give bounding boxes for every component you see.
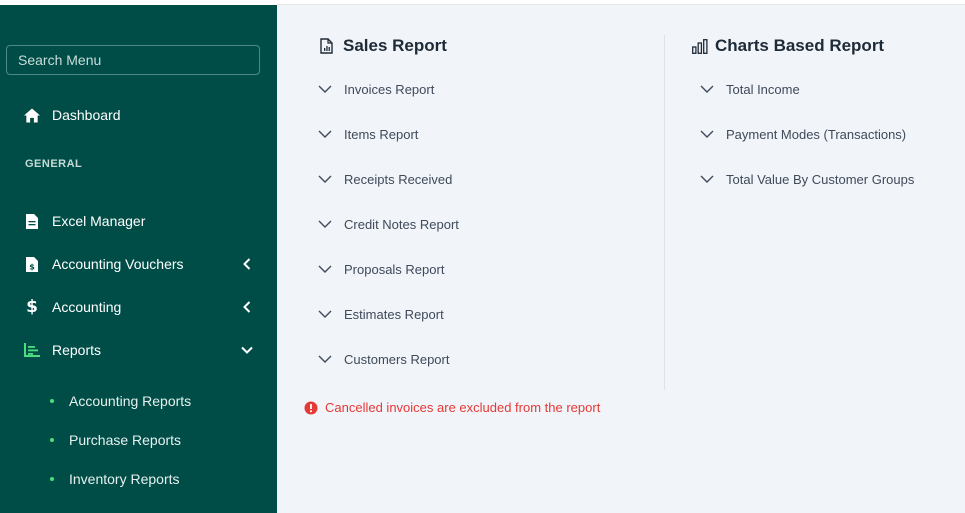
chevron-down-icon	[318, 85, 332, 93]
sales-report-item-label: Estimates Report	[344, 306, 444, 322]
sidebar-item-excel-manager[interactable]: Excel Manager	[0, 206, 277, 236]
chevron-down-icon	[241, 344, 253, 356]
top-border	[277, 4, 965, 5]
charts-report-item-label: Total Income	[726, 81, 800, 97]
sales-report-item[interactable]: Invoices Report	[318, 78, 434, 100]
sales-report-item-label: Invoices Report	[344, 81, 435, 97]
sales-report-item-label: Customers Report	[344, 351, 450, 367]
charts-report-item[interactable]: Total Value By Customer Groups	[700, 168, 914, 190]
sales-report-item-label: Proposals Report	[344, 261, 445, 277]
exclamation-circle-icon	[304, 401, 318, 414]
chevron-down-icon	[318, 175, 332, 183]
sales-report-item[interactable]: Receipts Received	[318, 168, 452, 190]
sales-report-item[interactable]: Estimates Report	[318, 303, 444, 325]
charts-report-item[interactable]: Payment Modes (Transactions)	[700, 123, 906, 145]
sidebar-item-label: Reports	[52, 342, 102, 358]
dollar-icon: $	[26, 297, 38, 317]
sales-report-item-label: Items Report	[344, 126, 419, 142]
sales-report-item-label: Receipts Received	[344, 171, 453, 187]
sales-report-heading: Sales Report	[320, 36, 447, 56]
sidebar-subitem-label: Inventory Reports	[69, 471, 180, 487]
file-chart-icon	[320, 38, 336, 54]
chevron-left-icon	[241, 258, 253, 270]
document-icon	[24, 213, 40, 229]
charts-report-item-label: Payment Modes (Transactions)	[726, 126, 907, 142]
home-icon	[24, 107, 40, 123]
sales-report-item[interactable]: Proposals Report	[318, 258, 444, 280]
chevron-down-icon	[700, 85, 714, 93]
sidebar-subitem-label: Purchase Reports	[69, 432, 182, 448]
notice-text: Cancelled invoices are excluded from the…	[325, 400, 601, 415]
search-menu-input[interactable]	[6, 45, 260, 75]
sidebar-item-accounting[interactable]: $ Accounting	[0, 292, 277, 322]
chart-icon	[692, 38, 708, 54]
chevron-down-icon	[318, 130, 332, 138]
sidebar-item-label: Accounting	[52, 299, 122, 315]
sales-report-title: Sales Report	[343, 36, 447, 55]
chevron-down-icon	[318, 265, 332, 273]
section-label-general: GENERAL	[25, 158, 83, 170]
sidebar-subitem-inventory-reports[interactable]: Inventory Reports	[50, 468, 180, 490]
chevron-left-icon	[241, 301, 253, 313]
sidebar-item-label: Dashboard	[52, 107, 121, 123]
chevron-down-icon	[700, 130, 714, 138]
cancelled-invoices-notice: Cancelled invoices are excluded from the…	[304, 400, 600, 415]
sales-report-item[interactable]: Credit Notes Report	[318, 213, 459, 235]
sidebar-subitem-purchase-reports[interactable]: Purchase Reports	[50, 429, 181, 451]
chevron-down-icon	[318, 310, 332, 318]
charts-report-heading: Charts Based Report	[692, 36, 884, 56]
sidebar-item-reports[interactable]: Reports	[0, 335, 277, 365]
bar-chart-icon	[24, 342, 40, 358]
invoice-icon: $	[24, 256, 40, 272]
svg-text:$: $	[29, 262, 35, 271]
sidebar-subitem-accounting-reports[interactable]: Accounting Reports	[50, 390, 191, 412]
bullet-icon	[50, 438, 54, 442]
sidebar-item-accounting-vouchers[interactable]: $ Accounting Vouchers	[0, 249, 277, 279]
charts-report-title: Charts Based Report	[715, 36, 885, 55]
bullet-icon	[50, 399, 54, 403]
column-divider	[664, 35, 665, 390]
bullet-icon	[50, 477, 54, 481]
sales-report-item[interactable]: Items Report	[318, 123, 418, 145]
charts-report-item[interactable]: Total Income	[700, 78, 800, 100]
sidebar-subitem-label: Accounting Reports	[69, 393, 192, 409]
chevron-down-icon	[318, 355, 332, 363]
chevron-down-icon	[318, 220, 332, 228]
chevron-down-icon	[700, 175, 714, 183]
sidebar-item-label: Excel Manager	[52, 213, 146, 229]
sidebar-item-dashboard[interactable]: Dashboard	[0, 100, 277, 130]
sales-report-item-label: Credit Notes Report	[344, 216, 459, 232]
sales-report-item[interactable]: Customers Report	[318, 348, 449, 370]
charts-report-item-label: Total Value By Customer Groups	[726, 171, 915, 187]
sidebar-item-label: Accounting Vouchers	[52, 256, 184, 272]
